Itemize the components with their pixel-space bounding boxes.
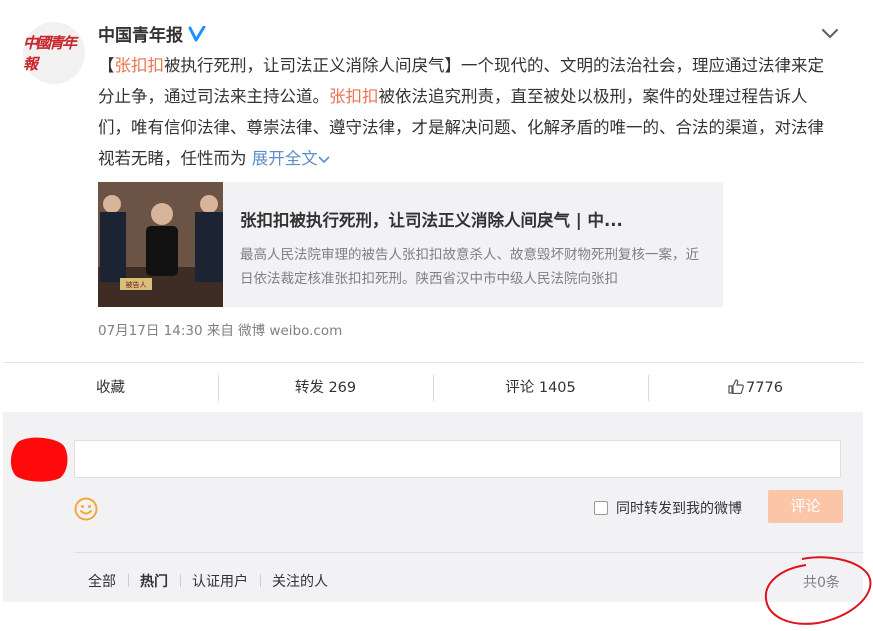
favorite-label: 收藏 xyxy=(96,380,125,396)
comment-input[interactable] xyxy=(74,440,841,478)
repost-checkbox[interactable] xyxy=(594,501,608,515)
avatar[interactable]: 中國青年報 xyxy=(23,22,85,84)
repost-checkbox-row[interactable]: 同时转发到我的微博 xyxy=(594,498,742,518)
filter-hot[interactable]: 热门 xyxy=(128,571,180,591)
comment-filters: 全部 热门 认证用户 关注的人 xyxy=(88,571,340,591)
link-card[interactable]: 被告人 张扣扣被执行死刑，让司法正义消除人间戾气 | 中... 最高人民法院审理… xyxy=(98,182,723,307)
link-card-description: 最高人民法院审理的被告人张扣扣故意杀人、故意毁坏财物死刑复核一案，近日依法裁定核… xyxy=(240,247,699,287)
hashtag-link[interactable]: 张扣扣 xyxy=(115,56,165,75)
post-text: 【张扣扣被执行死刑，让司法正义消除人间戾气】一个现代的、文明的法治社会，理应通过… xyxy=(98,50,838,174)
filter-verified[interactable]: 认证用户 xyxy=(180,571,260,591)
like-count: 7776 xyxy=(746,380,783,396)
favorite-button[interactable]: 收藏 xyxy=(3,375,218,401)
thumb-sign-text: 被告人 xyxy=(126,280,147,289)
red-annotation-circle xyxy=(762,555,873,631)
chevron-down-icon[interactable] xyxy=(820,26,840,45)
action-bar: 收藏 转发 269 评论 1405 7776 xyxy=(3,362,863,413)
repost-checkbox-label: 同时转发到我的微博 xyxy=(616,501,742,517)
expand-label: 展开全文 xyxy=(251,149,318,168)
comment-label: 评论 1405 xyxy=(505,380,576,396)
user-row: 中国青年报 xyxy=(98,21,206,46)
emoji-icon[interactable] xyxy=(74,497,98,525)
repost-label: 转发 269 xyxy=(294,380,357,396)
expand-full-text-link[interactable]: 展开全文 xyxy=(252,149,330,168)
like-button[interactable]: 7776 xyxy=(648,375,863,401)
post-meta: 07月17日 14:30 来自 微博 weibo.com xyxy=(98,323,343,339)
divider xyxy=(74,552,863,553)
link-card-title[interactable]: 张扣扣被执行死刑，让司法正义消除人间戾气 | 中... xyxy=(240,207,705,231)
repost-button[interactable]: 转发 269 xyxy=(218,375,433,401)
hashtag-link[interactable]: 张扣扣 xyxy=(329,87,379,106)
article-thumbnail: 被告人 xyxy=(98,182,223,307)
filter-following[interactable]: 关注的人 xyxy=(260,571,340,591)
verified-icon xyxy=(188,25,206,42)
chevron-down-icon xyxy=(318,155,330,163)
redacted-avatar xyxy=(10,436,70,486)
text-part: 【 xyxy=(98,56,115,75)
username[interactable]: 中国青年报 xyxy=(98,21,183,46)
thumbs-up-icon xyxy=(728,379,744,395)
submit-comment-button[interactable]: 评论 xyxy=(768,490,843,523)
filter-all[interactable]: 全部 xyxy=(88,571,128,591)
comment-button[interactable]: 评论 1405 xyxy=(433,375,648,401)
